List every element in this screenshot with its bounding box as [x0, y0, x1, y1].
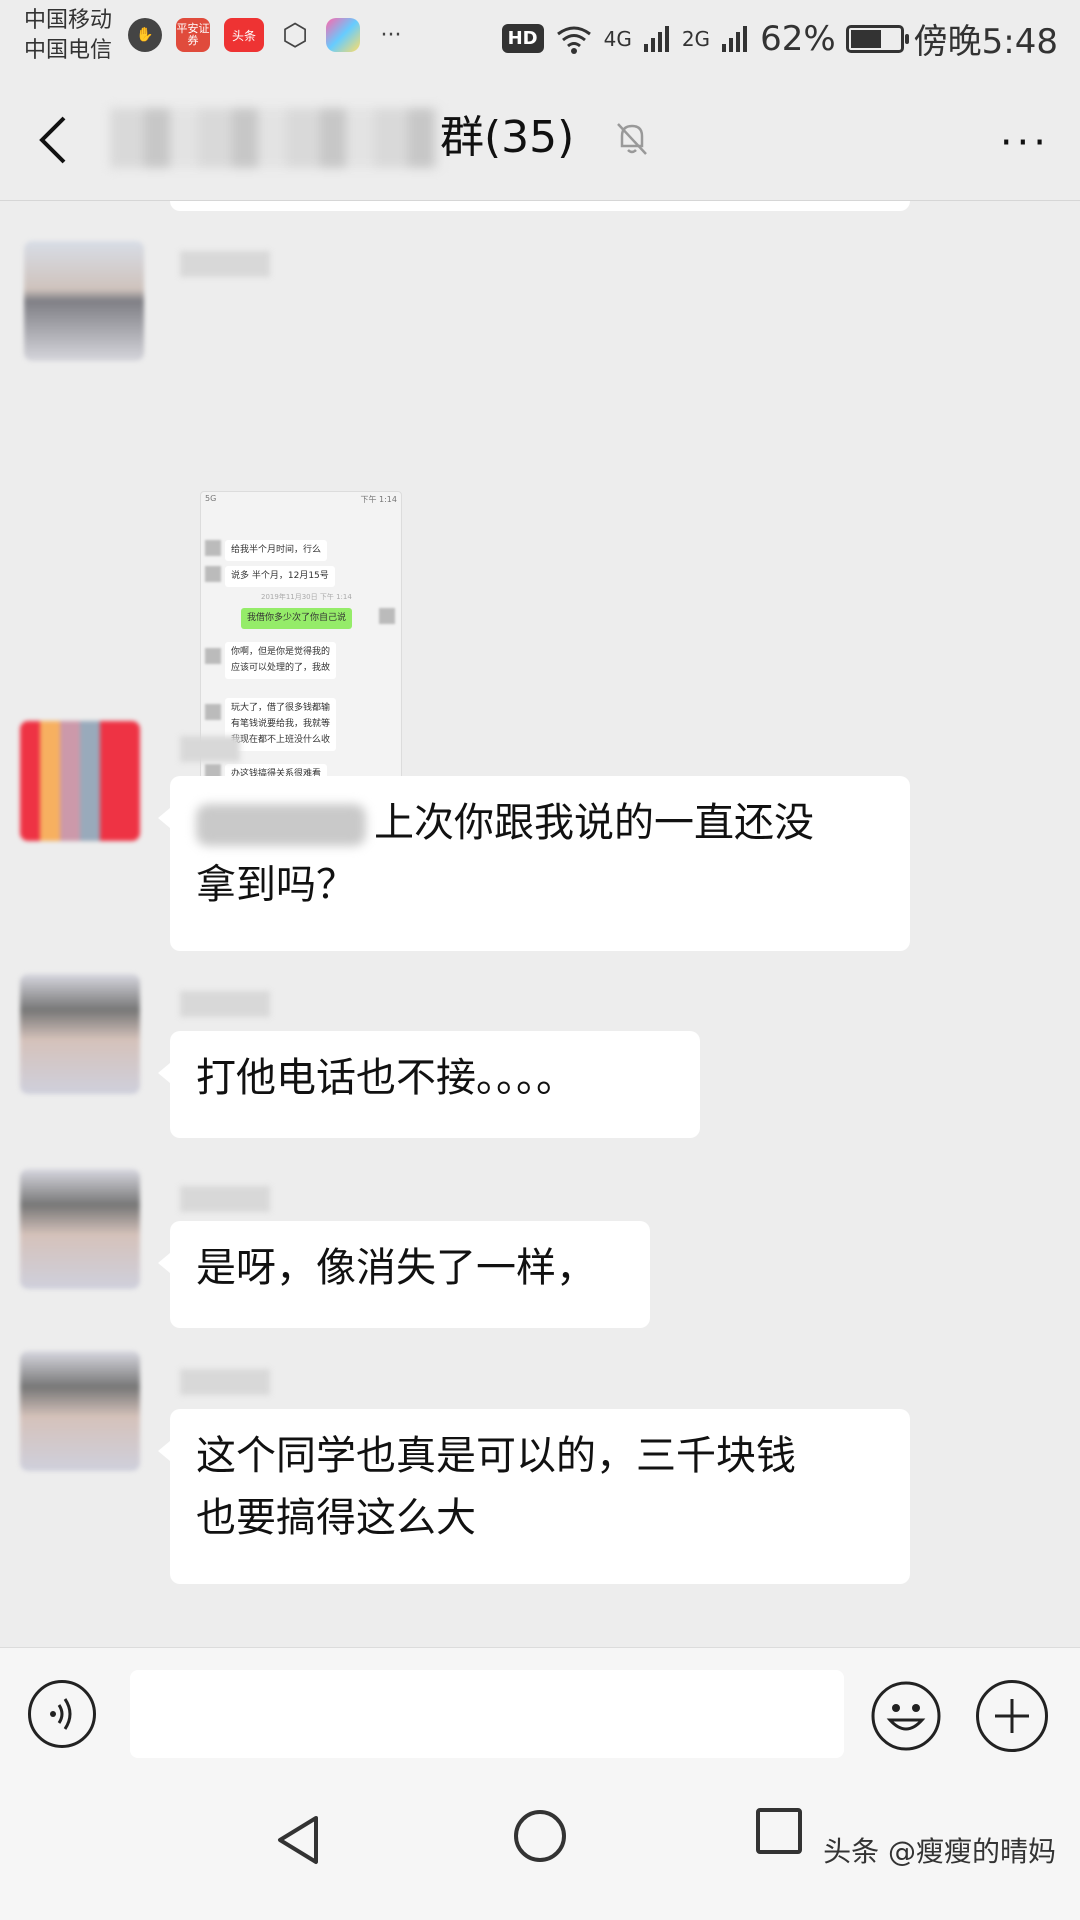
chat-title-bar: 群(35) ··· [0, 80, 1080, 201]
settings-hex-icon: ⬡ [281, 17, 309, 53]
screenshot-avatar [205, 648, 221, 664]
flower-icon [326, 18, 360, 52]
nav-recent-icon[interactable] [756, 1808, 802, 1854]
screenshot-avatar [205, 704, 221, 720]
message-bubble[interactable]: 上次你跟我说的一直还没 拿到吗？ [158, 776, 910, 951]
page-title: 群(35) [440, 112, 575, 163]
avatar[interactable] [20, 721, 140, 841]
toutiao-icon: 头条 [224, 18, 264, 52]
avatar[interactable] [20, 974, 140, 1094]
screenshot-line: 说多 半个月，12月15号 [225, 566, 335, 587]
emoji-icon[interactable] [870, 1680, 942, 1752]
status-bar: 中国移动 中国电信 ✋ 平安证券 头条 ⬡ ··· HD 4G 2G 62% 傍… [0, 0, 1080, 80]
message-text-1b: 拿到吗？ [196, 862, 356, 908]
message-text-1a: 上次你跟我说的一直还没 [374, 800, 814, 846]
screenshot-line: 应该可以处理的了，我故 [225, 658, 337, 679]
pingan-zhengquan-icon: 平安证券 [176, 18, 210, 52]
more-options-button[interactable]: ··· [1000, 120, 1050, 166]
group-name-blurred [110, 108, 440, 168]
screenshot-avatar [205, 540, 221, 556]
message-bubble[interactable]: 打他电话也不接。。。。 [158, 1031, 700, 1138]
message-list: 5G 下午 1:14 给我半个月时间，行么 说多 半个月，12月15号 2019… [0, 201, 1080, 1647]
system-indicators: HD 4G 2G 62% 傍晚5:48 [501, 14, 1058, 63]
shield-icon: ✋ [128, 18, 162, 52]
screenshot-avatar [205, 566, 221, 582]
screenshot-line: 给我半个月时间，行么 [225, 540, 328, 561]
message-text: 打他电话也不接。。。。 [196, 1055, 576, 1101]
message-input[interactable] [130, 1670, 844, 1758]
screenshot-signal: 5G [205, 494, 217, 503]
clock: 傍晚5:48 [913, 22, 1058, 62]
wifi-icon [556, 26, 591, 54]
avatar[interactable] [20, 1169, 140, 1289]
chevron-left-icon[interactable] [30, 110, 80, 170]
nav-back-icon[interactable] [270, 1810, 330, 1870]
carrier-2: 中国电信 [24, 38, 113, 63]
previous-message-bubble [170, 201, 910, 211]
mention-blurred [196, 804, 366, 846]
plus-icon[interactable] [976, 1680, 1048, 1752]
screenshot-timestamp: 2019年11月30日 下午 1:14 [261, 593, 352, 601]
voice-icon[interactable] [28, 1680, 96, 1748]
screenshot-avatar [379, 608, 395, 624]
screenshot-status: 5G 下午 1:14 [201, 492, 401, 510]
hd-badge: HD [501, 24, 544, 53]
avatar[interactable] [20, 1351, 140, 1471]
sender-name-blurred [180, 1369, 270, 1395]
notification-icons: ✋ 平安证券 头条 ⬡ ··· [128, 17, 408, 53]
watermark: 头条 @瘦瘦的晴妈 [823, 1835, 1056, 1868]
system-nav-bar: 头条 @瘦瘦的晴妈 [0, 1770, 1080, 1920]
sender-name-blurred [180, 736, 240, 762]
screenshot-time: 下午 1:14 [360, 495, 397, 504]
carrier-labels: 中国移动 中国电信 [24, 6, 112, 66]
input-bar [0, 1647, 1080, 1771]
message-bubble[interactable]: 这个同学也真是可以的，三千块钱 也要搞得这么大 [158, 1409, 910, 1584]
message-text: 是呀，像消失了一样， [196, 1245, 596, 1291]
signal-bars-icon [643, 25, 669, 52]
battery-percent: 62% [760, 18, 836, 59]
message-text-4a: 这个同学也真是可以的，三千块钱 [196, 1433, 796, 1479]
avatar[interactable] [24, 241, 144, 361]
nav-home-icon[interactable] [514, 1810, 566, 1862]
network-4g-label: 4G [603, 26, 632, 51]
sender-name-blurred [180, 251, 270, 277]
sender-name-blurred [180, 991, 270, 1017]
screenshot-line: 我借你多少次了你自己说 [241, 608, 353, 629]
signal-bars-icon-2 [722, 25, 748, 52]
message-text-4b: 也要搞得这么大 [196, 1495, 476, 1541]
message-line: 上次你跟我说的一直还没 [196, 792, 884, 854]
battery-icon [845, 24, 909, 53]
battery-fill [850, 29, 881, 48]
screenshot-line: 我现在都不上班没什么收 [225, 730, 337, 751]
message-bubble[interactable]: 是呀，像消失了一样， [158, 1221, 650, 1328]
bell-muted-icon [617, 123, 647, 155]
network-2g-label: 2G [681, 26, 711, 51]
carrier-1: 中国移动 [24, 8, 113, 33]
more-dots-icon: ··· [380, 22, 402, 48]
sender-name-blurred [180, 1186, 270, 1212]
